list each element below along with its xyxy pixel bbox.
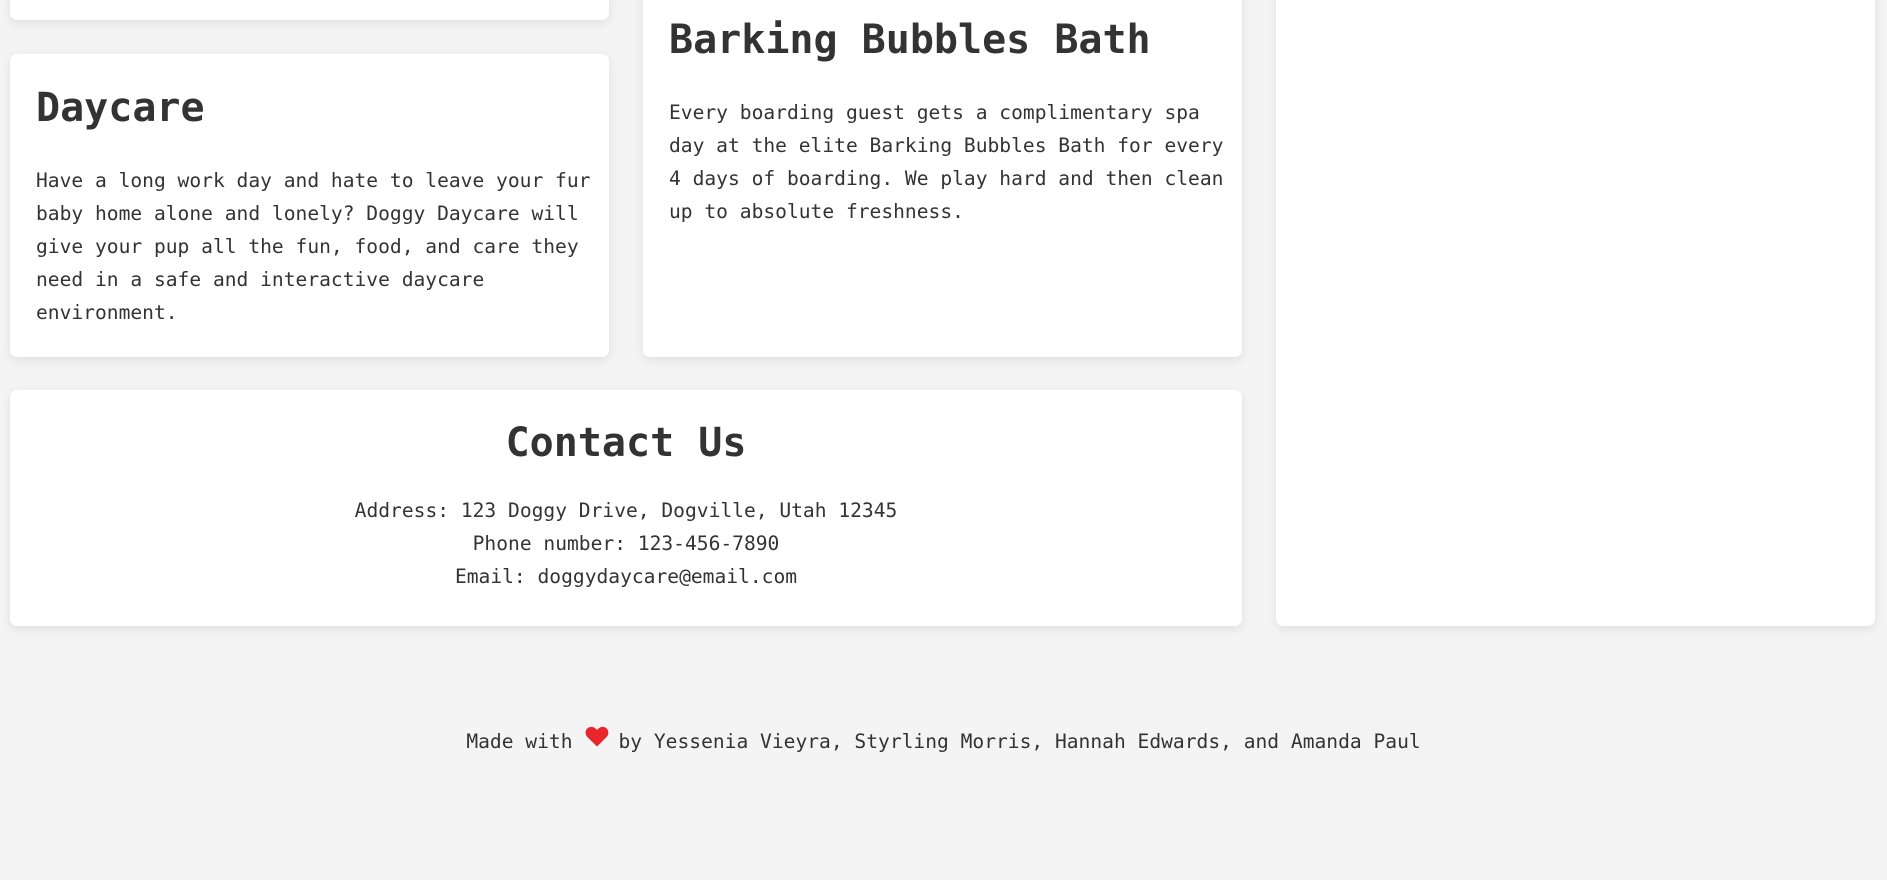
service-card-previous — [10, 0, 609, 20]
footer: Made with by Yessenia Vieyra, Styrling Mo… — [0, 725, 1887, 759]
heart-icon — [585, 724, 609, 757]
footer-prefix: Made with — [466, 730, 573, 753]
side-panel-card — [1276, 0, 1875, 626]
daycare-title: Daycare — [36, 85, 205, 131]
contact-email: Email: doggydaycare@email.com — [454, 565, 798, 588]
contact-address: Address: 123 Doggy Drive, Dogville, Utah… — [354, 499, 898, 522]
contact-card: Contact Us Address: 123 Doggy Drive, Dog… — [10, 390, 1242, 626]
footer-credits: by Yessenia Vieyra, Styrling Morris, Han… — [618, 730, 1421, 753]
bath-description: Every boarding guest gets a complimentar… — [669, 101, 1224, 223]
daycare-description: Have a long work day and hate to leave y… — [36, 169, 591, 324]
contact-details: Address: 123 Doggy Drive, Dogville, Utah… — [10, 494, 1242, 593]
contact-phone: Phone number: 123-456-7890 — [472, 532, 780, 555]
service-card-daycare: Daycare Have a long work day and hate to… — [10, 54, 609, 357]
bath-title: Barking Bubbles Bath — [669, 17, 1151, 63]
contact-title: Contact Us — [505, 420, 747, 466]
service-card-bath: Barking Bubbles Bath Every boarding gues… — [643, 0, 1242, 357]
